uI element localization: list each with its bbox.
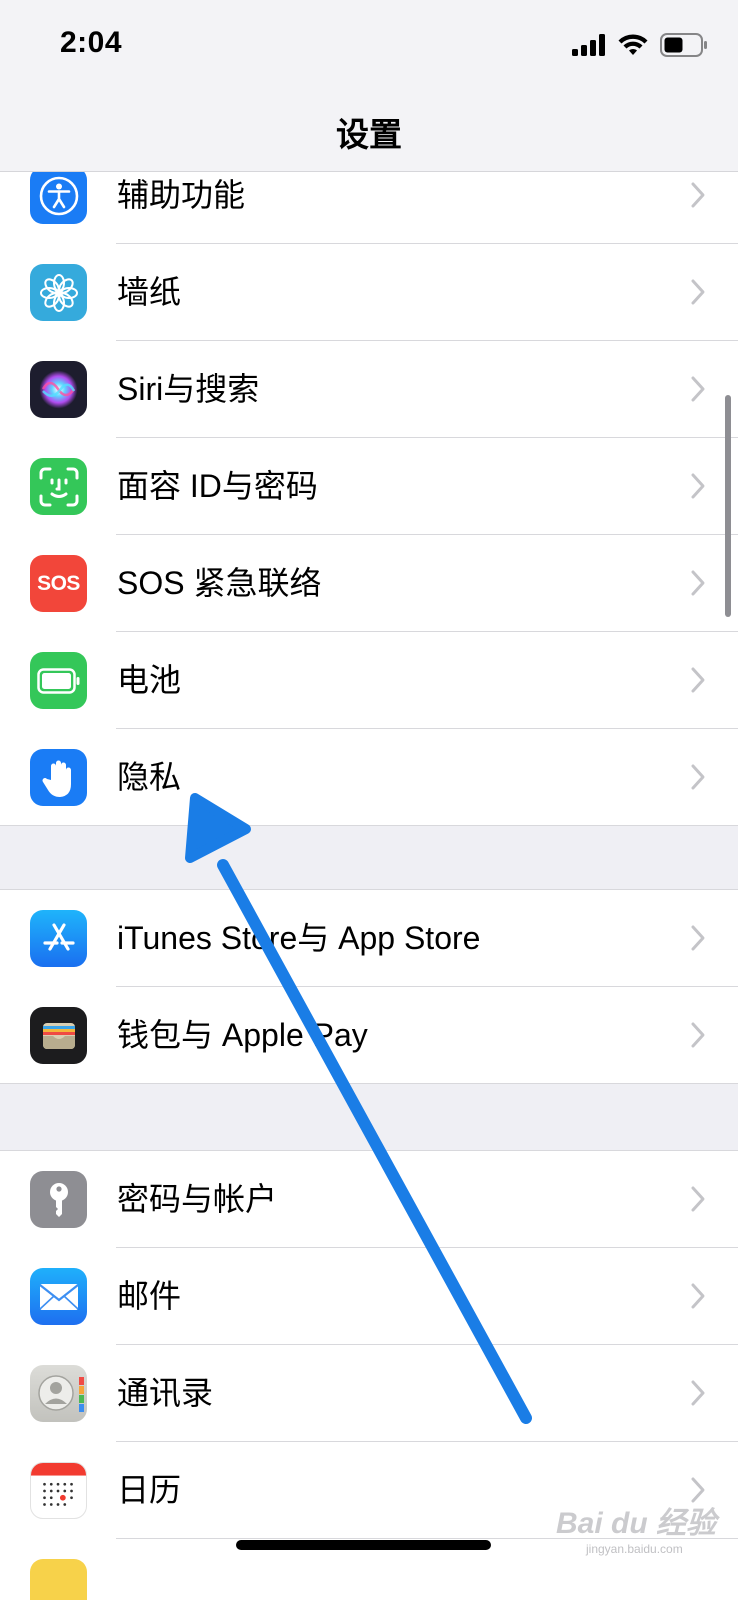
home-indicator[interactable] bbox=[236, 1540, 491, 1550]
accessibility-icon bbox=[30, 172, 87, 224]
settings-row-label: 通讯录 bbox=[117, 1375, 214, 1411]
chevron-right-icon bbox=[691, 570, 705, 596]
privacy-hand-icon bbox=[30, 749, 87, 806]
mail-icon bbox=[30, 1268, 87, 1325]
settings-row-label: 墙纸 bbox=[117, 274, 182, 310]
settings-row-label: 密码与帐户 bbox=[117, 1181, 278, 1217]
sos-icon: SOS bbox=[30, 555, 87, 612]
section-gap bbox=[0, 826, 738, 890]
settings-row-label: 隐私 bbox=[117, 759, 182, 795]
wallet-icon bbox=[30, 1007, 87, 1064]
settings-row-label: 电池 bbox=[117, 662, 182, 698]
settings-row-siri[interactable]: Siri与搜索 bbox=[0, 341, 738, 438]
status-bar: 2:04 bbox=[0, 0, 738, 90]
chevron-right-icon bbox=[691, 376, 705, 402]
faceid-icon bbox=[30, 458, 87, 515]
watermark: Bai du 经验 jingyan.baidu.com bbox=[556, 1498, 716, 1556]
chevron-right-icon bbox=[691, 1022, 705, 1048]
chevron-right-icon bbox=[691, 1380, 705, 1406]
chevron-right-icon bbox=[691, 1283, 705, 1309]
page-title: 设置 bbox=[336, 116, 402, 153]
settings-row-accessibility[interactable]: 辅助功能 bbox=[0, 172, 738, 244]
watermark-text: Bai du 经验 bbox=[556, 1507, 717, 1540]
chevron-right-icon bbox=[691, 473, 705, 499]
chevron-right-icon bbox=[691, 764, 705, 790]
watermark-subtext: jingyan.baidu.com bbox=[586, 1542, 683, 1556]
settings-row-wallpaper[interactable]: 墙纸 bbox=[0, 244, 738, 341]
navigation-bar: 设置 bbox=[0, 90, 738, 172]
wifi-icon bbox=[618, 34, 648, 55]
settings-row-contacts[interactable]: 通讯录 bbox=[0, 1345, 738, 1442]
settings-row-label: 面容 ID与密码 bbox=[117, 468, 318, 504]
settings-row-sos[interactable]: SOS SOS 紧急联络 bbox=[0, 535, 738, 632]
section-gap bbox=[0, 1084, 738, 1151]
settings-row-privacy[interactable]: 隐私 bbox=[0, 729, 738, 826]
chevron-right-icon bbox=[691, 1186, 705, 1212]
settings-row-label: 邮件 bbox=[117, 1278, 182, 1314]
calendar-icon bbox=[30, 1462, 87, 1519]
chevron-right-icon bbox=[691, 925, 705, 951]
cellular-signal-icon bbox=[572, 34, 605, 56]
settings-row-label: 辅助功能 bbox=[117, 177, 246, 213]
app-store-icon bbox=[30, 910, 87, 967]
settings-row-label: iTunes Store与 App Store bbox=[117, 920, 481, 956]
key-icon bbox=[30, 1171, 87, 1228]
settings-row-app-store[interactable]: iTunes Store与 App Store bbox=[0, 890, 738, 987]
contacts-icon bbox=[30, 1365, 87, 1422]
status-time: 2:04 bbox=[60, 26, 123, 59]
settings-row-label: 日历 bbox=[117, 1472, 182, 1508]
wallpaper-flower-icon bbox=[30, 264, 87, 321]
status-icons bbox=[572, 30, 708, 60]
settings-row-mail[interactable]: 邮件 bbox=[0, 1248, 738, 1345]
battery-status-icon bbox=[660, 33, 707, 57]
settings-row-label: 钱包与 Apple Pay bbox=[117, 1017, 368, 1053]
scroll-indicator[interactable] bbox=[725, 395, 731, 617]
settings-row-wallet[interactable]: 钱包与 Apple Pay bbox=[0, 987, 738, 1084]
chevron-right-icon bbox=[691, 279, 705, 305]
settings-list: 辅助功能 墙纸 Siri与搜索 面容 ID与密码 SOS SOS 紧急联络 电池… bbox=[0, 172, 738, 1600]
settings-row-battery[interactable]: 电池 bbox=[0, 632, 738, 729]
chevron-right-icon bbox=[691, 667, 705, 693]
battery-icon bbox=[30, 652, 87, 709]
notes-icon bbox=[30, 1559, 87, 1600]
settings-row-faceid[interactable]: 面容 ID与密码 bbox=[0, 438, 738, 535]
siri-icon bbox=[30, 361, 87, 418]
chevron-right-icon bbox=[691, 182, 705, 208]
settings-row-label: Siri与搜索 bbox=[117, 371, 260, 407]
sos-icon-text: SOS bbox=[37, 571, 80, 595]
settings-row-label: SOS 紧急联络 bbox=[117, 565, 322, 601]
settings-row-passwords[interactable]: 密码与帐户 bbox=[0, 1151, 738, 1248]
